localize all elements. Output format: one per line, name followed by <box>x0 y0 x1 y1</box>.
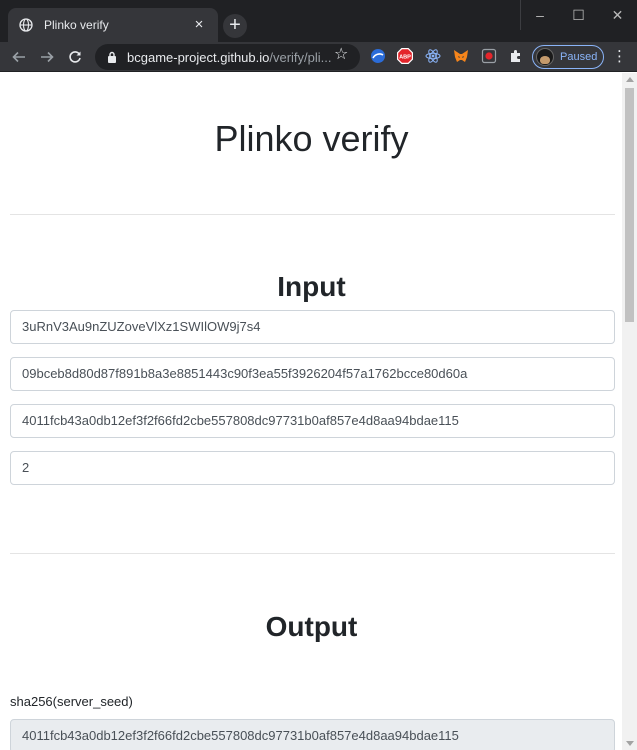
bookmark-star-icon[interactable]: ☆ <box>334 45 348 65</box>
scroll-down-arrow-icon[interactable] <box>626 741 634 746</box>
kebab-menu-icon[interactable]: ⋮ <box>612 47 627 67</box>
puzzle-icon[interactable] <box>507 47 525 65</box>
react-devtools-icon[interactable] <box>424 47 442 65</box>
forward-icon[interactable] <box>36 46 58 68</box>
back-icon[interactable] <box>8 46 30 68</box>
record-icon[interactable] <box>480 47 498 65</box>
address-bar[interactable]: bcgame-project.github.io/verify/pli... <box>95 44 360 70</box>
browser-tab[interactable]: Plinko verify × <box>8 8 218 42</box>
url-text: bcgame-project.github.io/verify/pli... <box>127 50 331 65</box>
input-heading: Input <box>277 271 346 302</box>
close-window-button[interactable]: ✕ <box>598 0 637 30</box>
server-seed-hash-input[interactable]: 4011fcb43a0db12ef3f2f66fd2cbe557808dc977… <box>10 404 615 438</box>
lock-icon <box>107 51 117 63</box>
divider <box>10 553 615 554</box>
tab-close-icon[interactable]: × <box>190 16 208 34</box>
metamask-icon[interactable] <box>452 47 470 65</box>
vertical-scrollbar[interactable] <box>622 73 637 750</box>
sha256-output-field[interactable]: 4011fcb43a0db12ef3f2f66fd2cbe557808dc977… <box>10 719 615 750</box>
profile-status: Paused <box>560 51 598 63</box>
profile-button[interactable]: Paused <box>532 45 604 69</box>
window-controls: – ☐ ✕ <box>520 0 637 30</box>
nonce-input[interactable]: 2 <box>10 451 615 485</box>
tab-title: Plinko verify <box>44 18 109 32</box>
extension-cloud-icon[interactable] <box>369 47 387 65</box>
server-seed-input[interactable]: 09bceb8d80d87f891b8a3e8851443c90f3ea55f3… <box>10 357 615 391</box>
page-content: Plinko verify Input 3uRnV3Au9nZUZoveVlXz… <box>1 73 622 750</box>
scroll-up-arrow-icon[interactable] <box>626 77 634 82</box>
maximize-button[interactable]: ☐ <box>559 0 598 30</box>
sha256-label: sha256(server_seed) <box>10 694 133 709</box>
browser-toolbar: bcgame-project.github.io/verify/pli... ☆… <box>0 42 637 72</box>
adblock-label: ABP <box>399 54 411 60</box>
page-title: Plinko verify <box>214 118 409 159</box>
globe-icon <box>18 17 34 33</box>
reload-icon[interactable] <box>64 46 86 68</box>
url-path: /verify/pli... <box>269 49 332 65</box>
tab-strip: Plinko verify × + – ☐ ✕ <box>0 0 637 42</box>
output-heading: Output <box>265 611 358 642</box>
adblock-icon[interactable]: ABP <box>396 47 414 65</box>
url-host: bcgame-project.github.io <box>127 49 270 65</box>
new-tab-button[interactable]: + <box>223 14 247 38</box>
minimize-button[interactable]: – <box>520 0 559 30</box>
scrollbar-thumb[interactable] <box>625 88 634 322</box>
avatar <box>536 48 554 66</box>
divider <box>10 214 615 215</box>
client-seed-input[interactable]: 3uRnV3Au9nZUZoveVlXz1SWIlOW9j7s4 <box>10 310 615 344</box>
